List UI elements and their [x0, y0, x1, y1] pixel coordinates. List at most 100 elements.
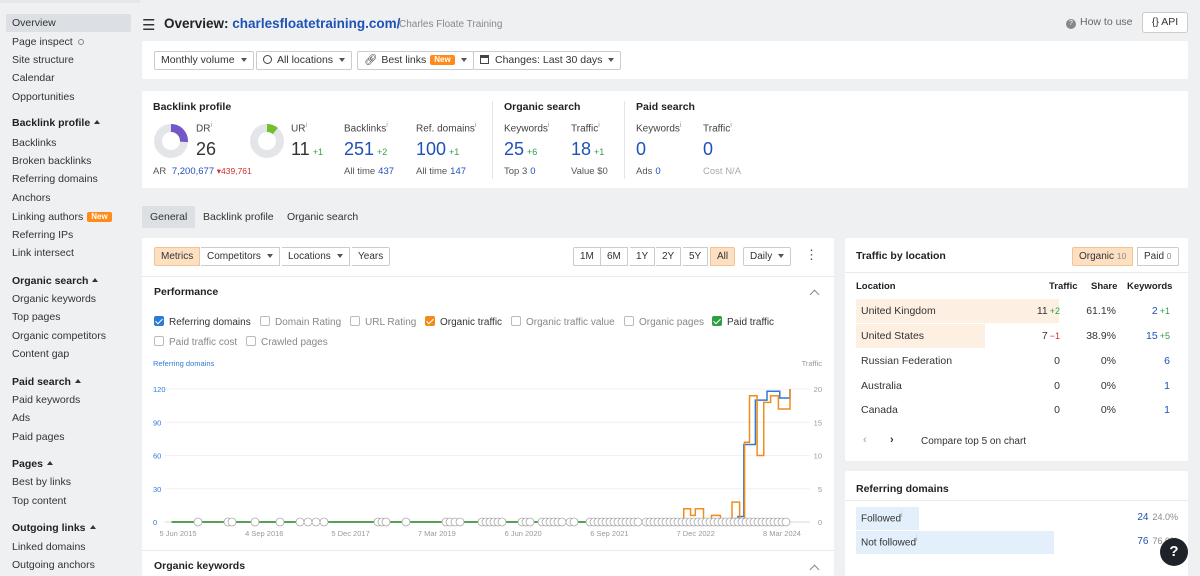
- range-5y[interactable]: 5Y: [683, 247, 709, 266]
- tab-metrics[interactable]: Metrics: [154, 247, 201, 266]
- delta: +2: [1049, 306, 1060, 316]
- checkbox-organic-traffic-value[interactable]: Organic traffic value: [511, 316, 615, 328]
- checkbox-label: Paid traffic cost: [169, 337, 238, 348]
- refdomains-value[interactable]: 100 +1: [416, 139, 459, 160]
- tab-general[interactable]: General: [142, 206, 196, 228]
- refdomains-alltime-value[interactable]: 147: [450, 166, 466, 177]
- keywords-value[interactable]: 6: [1164, 349, 1170, 373]
- sidebar-item-overview[interactable]: Overview: [6, 14, 131, 32]
- interval-dropdown[interactable]: Daily: [743, 247, 792, 266]
- range-2y[interactable]: 2Y: [656, 247, 682, 266]
- title-domain[interactable]: charlesfloatetraining.com/: [232, 16, 400, 31]
- checkbox-organic-pages[interactable]: Organic pages: [624, 316, 704, 328]
- prev-arrow-icon[interactable]: ‹: [863, 434, 867, 446]
- col-traffic: Traffic: [1049, 281, 1078, 292]
- sidebar-item-top-pages[interactable]: Top pages: [6, 308, 131, 326]
- interval-label: Daily: [750, 251, 773, 262]
- monthly-volume-dropdown[interactable]: Monthly volume: [154, 51, 254, 70]
- event-marker: [303, 517, 313, 527]
- checkbox-paid-traffic[interactable]: Paid traffic: [712, 316, 774, 328]
- backlinks-alltime: All time 437: [344, 166, 395, 177]
- x-tick-label: 7 Mar 2019: [418, 529, 456, 538]
- paid-keywords-value[interactable]: 0: [636, 139, 646, 160]
- refdomain-count[interactable]: 24 24.0%: [1137, 512, 1178, 523]
- tab-years[interactable]: Years: [352, 247, 391, 266]
- checkbox-paid-traffic-cost[interactable]: Paid traffic cost: [154, 336, 237, 348]
- traffic-by-location-title: Traffic by location: [856, 250, 946, 262]
- toggle-organic[interactable]: Organic 10: [1072, 247, 1134, 266]
- sidebar-item-calendar[interactable]: Calendar: [6, 69, 131, 87]
- new-badge: New: [87, 212, 112, 222]
- sidebar-item-outgoing-anchors[interactable]: Outgoing anchors: [6, 556, 131, 574]
- sidebar-item-referring-domains[interactable]: Referring domains: [6, 170, 131, 188]
- tab-backlink-profile[interactable]: Backlink profile: [195, 206, 282, 228]
- collapse-chevron-icon[interactable]: [811, 289, 818, 301]
- sidebar-item-referring-ips[interactable]: Referring IPs: [6, 226, 131, 244]
- help-button[interactable]: ?: [1160, 538, 1188, 566]
- menu-icon[interactable]: ☰: [142, 16, 155, 34]
- sidebar-item-paid-pages[interactable]: Paid pages: [6, 428, 131, 446]
- sidebar-item-anchors[interactable]: Anchors: [6, 189, 131, 207]
- range-1y[interactable]: 1Y: [630, 247, 656, 266]
- sidebar-item-backlinks[interactable]: Backlinks: [6, 134, 131, 152]
- sidebar-item-label: Best by links: [12, 476, 71, 488]
- sidebar-item-opportunities[interactable]: Opportunities: [6, 88, 131, 106]
- range-all[interactable]: All: [710, 247, 736, 266]
- keywords-value[interactable]: 2 +1: [1152, 299, 1170, 323]
- sidebar-item-linked-domains[interactable]: Linked domains: [6, 538, 131, 556]
- sidebar-item-link-intersect[interactable]: Link intersect: [6, 244, 131, 262]
- tab-organic-search[interactable]: Organic search: [279, 206, 366, 228]
- locations-dropdown[interactable]: All locations: [256, 51, 353, 70]
- organic-keywords-value[interactable]: 25 +6: [504, 139, 537, 160]
- organic-traffic-value[interactable]: 18 +1: [571, 139, 604, 160]
- site-name: Charles Floate Training: [399, 19, 503, 30]
- sidebar-item-broken-backlinks[interactable]: Broken backlinks: [6, 152, 131, 170]
- sidebar-item-pages[interactable]: Pages: [6, 455, 131, 473]
- range-1m[interactable]: 1M: [573, 247, 601, 266]
- sidebar-item-linking-authors[interactable]: Linking authors New: [6, 208, 131, 226]
- keywords-value[interactable]: 15 +5: [1146, 324, 1170, 348]
- toggle-paid[interactable]: Paid 0: [1137, 247, 1179, 266]
- how-to-use-link[interactable]: ? How to use: [1066, 16, 1133, 29]
- ads-row: Ads 0: [636, 166, 661, 177]
- sidebar-item-paid-keywords[interactable]: Paid keywords: [6, 391, 131, 409]
- sidebar-item-organic-keywords[interactable]: Organic keywords: [6, 290, 131, 308]
- competitors-dropdown[interactable]: Competitors: [201, 247, 280, 266]
- event-marker: [250, 517, 260, 527]
- sidebar-item-organic-search[interactable]: Organic search: [6, 272, 131, 290]
- sidebar-item-backlink-profile[interactable]: Backlink profile: [6, 114, 131, 132]
- sidebar-item-outgoing-links[interactable]: Outgoing links: [6, 519, 131, 537]
- checkbox-referring-domains[interactable]: Referring domains: [154, 316, 251, 328]
- checkbox-domain-rating[interactable]: Domain Rating: [260, 316, 341, 328]
- sidebar-item-ads[interactable]: Ads: [6, 409, 131, 427]
- best-links-dropdown[interactable]: 🔗︎ Best links New: [357, 51, 474, 70]
- keywords-value[interactable]: 1: [1164, 374, 1170, 398]
- checkbox-crawled-pages[interactable]: Crawled pages: [246, 336, 328, 348]
- collapse-chevron-icon[interactable]: [811, 564, 818, 576]
- traffic-value-row: Value $0: [571, 166, 608, 177]
- backlinks-alltime-value[interactable]: 437: [378, 166, 394, 177]
- keywords-value[interactable]: 1: [1164, 398, 1170, 422]
- cost-row: Cost N/A: [703, 166, 742, 177]
- checkbox-organic-traffic[interactable]: Organic traffic: [425, 316, 502, 328]
- next-arrow-icon[interactable]: ›: [890, 434, 894, 446]
- backlinks-value[interactable]: 251 +2: [344, 139, 387, 160]
- sidebar-item-paid-search[interactable]: Paid search: [6, 373, 131, 391]
- api-button[interactable]: {} API: [1142, 12, 1188, 33]
- sidebar-item-best-by-links[interactable]: Best by links: [6, 473, 131, 491]
- sidebar-item-organic-competitors[interactable]: Organic competitors: [6, 327, 131, 345]
- range-6m[interactable]: 6M: [601, 247, 628, 266]
- more-options-icon[interactable]: ⋮: [805, 248, 818, 262]
- top3-value[interactable]: 0: [530, 166, 535, 177]
- checkbox-url-rating[interactable]: URL Rating: [350, 316, 416, 328]
- locations-chart-dropdown[interactable]: Locations: [282, 247, 350, 266]
- sidebar-item-top-content[interactable]: Top content: [6, 492, 131, 510]
- ar-value[interactable]: 7,200,677: [172, 166, 214, 177]
- ads-value[interactable]: 0: [655, 166, 660, 177]
- compare-top5-link[interactable]: Compare top 5 on chart: [921, 436, 1026, 447]
- sidebar-item-site-structure[interactable]: Site structure: [6, 51, 131, 69]
- changes-dropdown[interactable]: Changes: Last 30 days: [473, 51, 622, 70]
- paid-traffic-value[interactable]: 0: [703, 139, 713, 160]
- sidebar-item-page-inspect[interactable]: Page inspect: [6, 33, 131, 51]
- sidebar-item-content-gap[interactable]: Content gap: [6, 345, 131, 363]
